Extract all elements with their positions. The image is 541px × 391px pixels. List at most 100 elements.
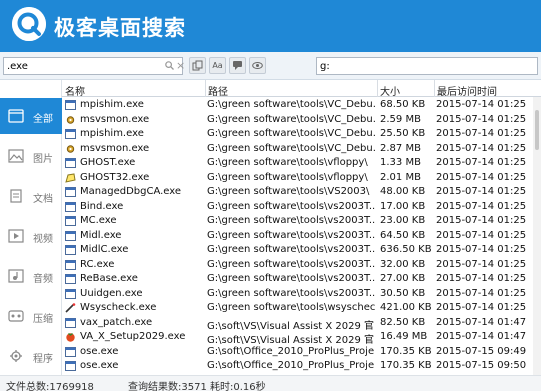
sidebar-item-images[interactable]: 图片 (0, 138, 62, 174)
file-name: Bind.exe (80, 200, 124, 212)
path-filter-input[interactable] (316, 57, 538, 75)
match-case-button[interactable]: Aa (209, 57, 226, 74)
table-row[interactable]: VA_X_Setup2029.exe G:\soft\VS\Visual Assi… (62, 330, 541, 346)
file-path: G:\green software\tools\vs2003T... (207, 244, 375, 255)
file-name: mpishim.exe (80, 99, 144, 110)
file-size: 82.50 KB (380, 316, 426, 328)
column-header-size[interactable]: 大小 (380, 83, 400, 98)
header-bar: 极客桌面搜索 (0, 0, 541, 52)
file-size: 2.01 MB (380, 171, 421, 183)
file-path: G:\green software\tools\VC_Debu... (207, 128, 375, 139)
video-icon (8, 229, 24, 243)
table-row[interactable]: ose.exe G:\soft\Office_2010_ProPlus_Proje… (62, 345, 541, 360)
table-row[interactable]: ose.exe G:\soft\Office_2010_ProPlus_Proje… (62, 359, 541, 374)
file-size: 25.50 KB (380, 128, 426, 139)
last-access-time: 2015-07-14 01:25 (436, 128, 526, 139)
file-size: 68.50 KB (380, 99, 426, 110)
last-access-time: 2015-07-14 01:25 (436, 229, 526, 241)
sidebar-item-audio[interactable]: 音频 (0, 258, 62, 294)
column-header-time[interactable]: 最后访问时间 (437, 83, 497, 98)
preview-button[interactable] (249, 57, 266, 74)
table-row[interactable]: msvsmon.exe G:\green software\tools\VC_De… (62, 113, 541, 128)
file-path: G:\green software\tools\VS2003\ (207, 186, 370, 197)
search-icon[interactable] (165, 61, 174, 73)
table-row[interactable]: MidlC.exe G:\green software\tools\vs2003T… (62, 243, 541, 258)
file-size: 27.00 KB (380, 273, 426, 284)
search-logo-icon (12, 7, 46, 41)
file-size: 16.49 MB (380, 331, 428, 342)
sidebar-item-documents[interactable]: 文档 (0, 178, 62, 214)
table-row[interactable]: MC.exe G:\green software\tools\vs2003T...… (62, 214, 541, 229)
scrollbar-thumb[interactable] (535, 110, 539, 150)
search-input[interactable] (3, 57, 183, 75)
column-divider[interactable] (434, 80, 435, 97)
clear-icon[interactable]: × (176, 59, 185, 72)
column-header-path[interactable]: 路径 (208, 83, 228, 98)
file-size: 2.59 MB (380, 113, 421, 125)
table-row[interactable]: Uuidgen.exe G:\green software\tools\vs200… (62, 287, 541, 302)
file-path: G:\soft\Office_2010_ProPlus_Proje... (207, 360, 375, 371)
image-icon (8, 149, 24, 163)
search-toolbar: × Aa (0, 52, 541, 80)
last-access-time: 2015-07-14 01:25 (436, 171, 526, 183)
table-row[interactable]: RC.exe G:\green software\tools\vs2003T...… (62, 258, 541, 273)
file-path: G:\green software\tools\vfloppy\ (207, 171, 368, 183)
table-header: 名称 路径 大小 最后访问时间 (62, 80, 541, 98)
table-row[interactable]: mpishim.exe G:\green software\tools\VC_De… (62, 127, 541, 142)
elapsed-time: 耗时:0.16秒 (210, 382, 266, 391)
file-name: RC.exe (80, 258, 115, 270)
file-name: ose.exe (80, 345, 119, 357)
file-path: G:\green software\tools\vs2003T... (207, 273, 375, 284)
file-path: G:\green software\tools\VC_Debu... (207, 113, 375, 125)
file-name: Wsyscheck.exe (80, 302, 157, 313)
file-size: 421.00 KB (380, 302, 432, 313)
table-row[interactable]: mpishim.exe G:\green software\tools\VC_De… (62, 98, 541, 113)
table-row[interactable]: GHOST32.exe G:\green software\tools\vflop… (62, 171, 541, 186)
table-row[interactable]: ManagedDbgCA.exe G:\green software\tools\… (62, 185, 541, 200)
sidebar-item-label: 视频 (33, 234, 53, 245)
results-table: 名称 路径 大小 最后访问时间 mpishim.exe G:\green soft… (62, 80, 541, 375)
column-divider[interactable] (377, 80, 378, 97)
file-size: 170.35 KB (380, 345, 432, 357)
file-size: 636.50 KB (380, 244, 432, 255)
file-name: VA_X_Setup2029.exe (80, 331, 186, 342)
file-path: G:\green software\tools\VC_Debu... (207, 142, 375, 154)
table-row[interactable]: vax_patch.exe G:\soft\VS\Visual Assist X … (62, 316, 541, 332)
result-count: 查询结果数:3571 (128, 382, 207, 391)
file-name: MidlC.exe (80, 244, 129, 255)
last-access-time: 2015-07-14 01:25 (436, 142, 526, 154)
column-header-name[interactable]: 名称 (65, 83, 85, 98)
sidebar-item-label: 压缩 (33, 314, 53, 325)
file-name: Midl.exe (80, 229, 122, 241)
last-access-time: 2015-07-15 09:49 (436, 345, 526, 357)
last-access-time: 2015-07-14 01:25 (436, 186, 526, 197)
table-row[interactable]: msvsmon.exe G:\green software\tools\VC_De… (62, 142, 541, 157)
last-access-time: 2015-07-14 01:25 (436, 287, 526, 299)
file-size: 23.00 KB (380, 215, 426, 226)
app-title: 极客桌面搜索 (54, 16, 186, 40)
last-access-time: 2015-07-14 01:47 (436, 316, 526, 328)
sidebar-item-label: 全部 (33, 114, 53, 125)
sidebar-item-all[interactable]: 全部 (0, 98, 62, 134)
table-row[interactable]: Wsyscheck.exe G:\green software\tools\wsy… (62, 301, 541, 316)
table-row[interactable]: ReBase.exe G:\green software\tools\vs2003… (62, 272, 541, 287)
comment-button[interactable] (229, 57, 246, 74)
comment-icon (233, 61, 242, 70)
table-row[interactable]: Midl.exe G:\green software\tools\vs2003T.… (62, 229, 541, 244)
copy-button[interactable] (189, 57, 206, 74)
table-row[interactable]: Bind.exe G:\green software\tools\vs2003T.… (62, 200, 541, 215)
sidebar-item-label: 音频 (33, 274, 53, 285)
total-files-count: 文件总数:1769918 (6, 382, 94, 391)
column-divider[interactable] (205, 80, 206, 97)
last-access-time: 2015-07-14 01:25 (436, 113, 526, 125)
sidebar-item-programs[interactable]: 程序 (0, 338, 62, 374)
table-row[interactable]: GHOST.exe G:\green software\tools\vfloppy… (62, 156, 541, 171)
file-path: G:\green software\tools\vs2003T... (207, 258, 375, 270)
sidebar-item-archive[interactable]: 压缩 (0, 298, 62, 334)
category-sidebar: 全部 图片 文档 视频 音频 压缩 程序 (0, 80, 62, 375)
file-size: 1.33 MB (380, 157, 421, 168)
sidebar-item-video[interactable]: 视频 (0, 218, 62, 254)
file-size: 30.50 KB (380, 287, 426, 299)
last-access-time: 2015-07-14 01:25 (436, 99, 526, 110)
file-path: G:\green software\tools\vs2003T... (207, 229, 375, 241)
